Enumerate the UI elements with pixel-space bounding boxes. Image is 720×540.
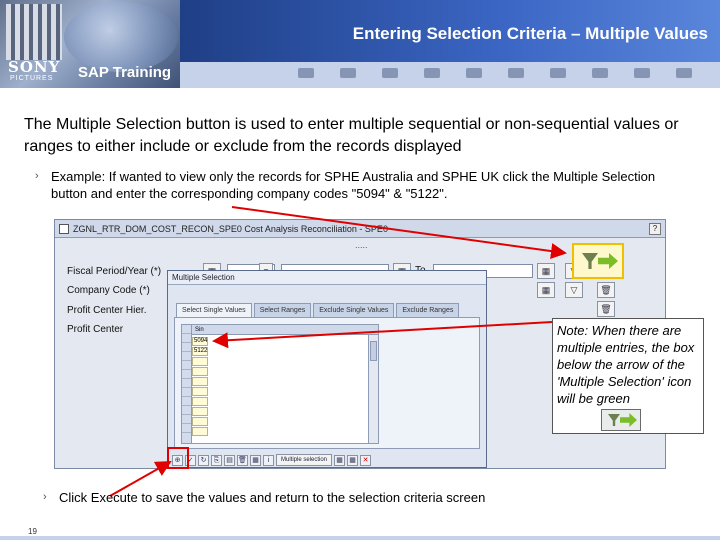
arrow-green-icon	[620, 413, 637, 427]
match-code-icon[interactable]: ▦	[537, 282, 555, 298]
help-icon[interactable]: ?	[649, 223, 661, 235]
value-cell[interactable]	[192, 387, 208, 396]
intro-paragraph: The Multiple Selection button is used to…	[24, 116, 679, 155]
note-text: Note: When there are multiple entries, t…	[557, 323, 695, 406]
multiple-selection-dialog: Multiple Selection Select Single Values …	[167, 270, 487, 468]
film-perforation	[298, 68, 314, 78]
header-band: Entering Selection Criteria – Multiple V…	[180, 0, 720, 62]
building-columns-image	[6, 4, 62, 60]
film-perforation	[508, 68, 524, 78]
tab-select-single-values[interactable]: Select Single Values	[176, 303, 252, 317]
film-perforation	[340, 68, 356, 78]
multiple-selection-toolbar-button[interactable]: Multiple selection	[276, 454, 333, 466]
value-cell[interactable]: 5122	[192, 347, 208, 356]
value-cell[interactable]	[192, 427, 208, 436]
value-cell[interactable]	[192, 417, 208, 426]
film-perforation	[466, 68, 482, 78]
sap-window-title-text: ZGNL_RTR_DOM_COST_RECON_SPE0 Cost Analys…	[73, 224, 388, 234]
bullet-chevron-icon: ›	[35, 170, 39, 182]
brand-title: SAP Training	[78, 64, 172, 81]
slide-header: SONY PICTURES SAP Training Entering Sele…	[0, 0, 720, 88]
info-icon[interactable]: i	[263, 454, 274, 466]
column-header: Sin	[192, 325, 378, 335]
delete-icon[interactable]: 🗑	[597, 282, 615, 298]
copy-icon[interactable]: ⎘	[211, 454, 222, 466]
refresh-icon[interactable]: ↻	[198, 454, 209, 466]
value-cell[interactable]	[192, 407, 208, 416]
header-photo: SONY PICTURES SAP Training	[0, 0, 180, 88]
export-icon[interactable]: ▦	[347, 454, 359, 466]
arrow-green-icon	[598, 253, 618, 269]
import-icon[interactable]: ▦	[334, 454, 346, 466]
dialog-toolbar: ⊕ ✓ ↻ ⎘ ▤ 🗑 ▦ i Multiple selection ▦ ▦ ✕	[172, 454, 372, 466]
table-scrollbar[interactable]	[368, 335, 378, 443]
example-bullet-text: Example: If wanted to view only the reco…	[51, 169, 656, 201]
profit-center-label: Profit Center	[67, 324, 124, 335]
scrollbar-thumb[interactable]	[370, 341, 377, 361]
value-cell[interactable]	[192, 357, 208, 366]
globe-image	[64, 2, 178, 72]
example-bullet: › Example: If wanted to view only the re…	[35, 168, 671, 202]
fiscal-period-label: Fiscal Period/Year (*)	[67, 266, 162, 277]
film-perforation	[676, 68, 692, 78]
value-cell[interactable]	[192, 397, 208, 406]
value-cell[interactable]	[192, 377, 208, 386]
film-perforation	[592, 68, 608, 78]
delete-icon[interactable]: 🗑	[597, 301, 615, 317]
slide-title: Entering Selection Criteria – Multiple V…	[352, 24, 708, 43]
divider-dots: .....	[355, 240, 368, 250]
window-icon	[59, 224, 69, 234]
value-cell[interactable]	[192, 367, 208, 376]
footer-strip	[0, 536, 720, 540]
execute-button-highlight	[167, 447, 189, 469]
tab-exclude-single-values[interactable]: Exclude Single Values	[313, 303, 395, 317]
page-number: 19	[28, 527, 37, 536]
sony-logo: SONY	[8, 58, 61, 76]
row-selector-column[interactable]	[182, 325, 192, 443]
dialog-tabs: Select Single Values Select Ranges Exclu…	[176, 303, 460, 317]
tab-select-ranges[interactable]: Select Ranges	[253, 303, 312, 317]
company-code-label: Company Code (*)	[67, 285, 150, 296]
film-perforation	[424, 68, 440, 78]
multiple-selection-small-icon[interactable]: ▽	[565, 282, 583, 298]
delete-row-icon[interactable]: 🗑	[237, 454, 248, 466]
search-help-icon[interactable]: ▦	[250, 454, 261, 466]
sony-pictures-subtext: PICTURES	[10, 75, 54, 82]
film-perforation	[550, 68, 566, 78]
filter-icon	[608, 414, 620, 426]
sap-window-title: ZGNL_RTR_DOM_COST_RECON_SPE0 Cost Analys…	[55, 220, 665, 238]
multiple-selection-green-icon	[601, 409, 641, 431]
multiple-selection-button[interactable]	[572, 243, 624, 279]
value-cell[interactable]: 5094	[192, 337, 208, 346]
filter-icon	[582, 253, 598, 269]
dialog-title: Multiple Selection	[168, 271, 486, 285]
profit-center-hier-label: Profit Center Hier.	[67, 305, 147, 316]
calendar-icon[interactable]: ▦	[537, 263, 555, 279]
execute-bullet-text: Click Execute to save the values and ret…	[59, 490, 486, 505]
film-strip	[180, 62, 720, 88]
execute-bullet: › Click Execute to save the values and r…	[43, 489, 659, 506]
dialog-panel: Sin 5094 5122	[174, 317, 480, 449]
paste-icon[interactable]: ▤	[224, 454, 235, 466]
bullet-chevron-icon: ›	[43, 491, 47, 503]
film-perforation	[634, 68, 650, 78]
film-perforation	[382, 68, 398, 78]
cancel-icon[interactable]: ✕	[360, 454, 372, 466]
tab-exclude-ranges[interactable]: Exclude Ranges	[396, 303, 460, 317]
values-table: Sin 5094 5122	[181, 324, 379, 444]
